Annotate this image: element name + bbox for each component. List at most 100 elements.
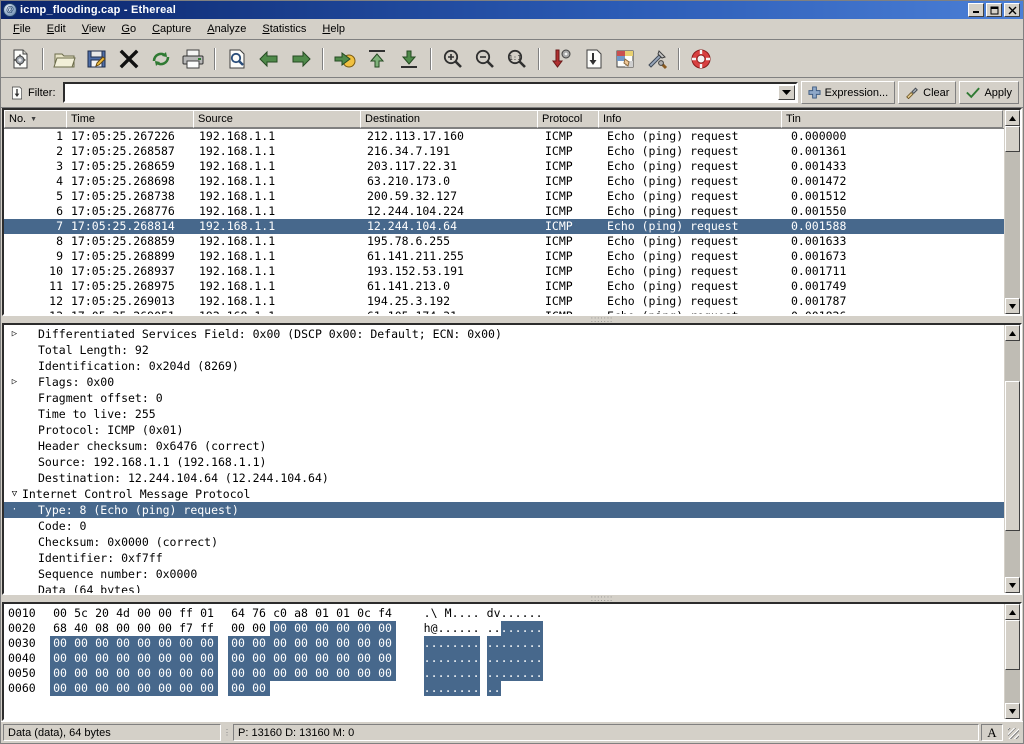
column-header-protocol[interactable]: Protocol — [537, 110, 599, 128]
ascii-char[interactable]: . — [507, 666, 515, 681]
coloring-rules-icon[interactable] — [610, 44, 640, 74]
ascii-char[interactable]: . — [458, 651, 466, 666]
hex-byte[interactable]: 00 — [332, 621, 354, 636]
ascii-char[interactable]: . — [535, 666, 543, 681]
hex-byte[interactable]: 00 — [112, 651, 134, 666]
hex-byte[interactable]: 00 — [154, 651, 176, 666]
ascii-char[interactable]: . — [472, 666, 480, 681]
ascii-char[interactable]: . — [466, 621, 473, 636]
ascii-char[interactable]: . — [514, 651, 522, 666]
hex-byte[interactable]: 00 — [175, 651, 197, 666]
hex-byte[interactable]: a8 — [291, 606, 312, 621]
hex-byte[interactable]: 00 — [134, 606, 155, 621]
go-forward-icon[interactable] — [286, 44, 316, 74]
go-back-icon[interactable] — [254, 44, 284, 74]
hex-byte[interactable]: 00 — [332, 636, 354, 651]
hex-byte[interactable]: 00 — [70, 651, 92, 666]
scroll-up-arrow-icon[interactable] — [1005, 110, 1020, 126]
ascii-char[interactable]: . — [437, 666, 445, 681]
filter-history-dropdown[interactable] — [777, 85, 795, 100]
hexdump-line[interactable]: 0010 00 5c 20 4d 00 00 ff 01 64 76 c0 a8 01 01 0c f4 .\ … — [8, 606, 543, 621]
menu-go[interactable]: Go — [113, 21, 144, 37]
ascii-char[interactable]: . — [507, 636, 515, 651]
packet-row[interactable]: 11 17:05:25.268975 192.168.1.1 61.141.213.0… — [4, 279, 1004, 294]
ascii-char[interactable]: . — [458, 681, 466, 696]
ascii-char[interactable]: . — [493, 666, 501, 681]
hex-byte[interactable]: 00 — [113, 621, 134, 636]
expand-triangle-icon[interactable]: ▷ — [8, 374, 21, 390]
hex-byte[interactable]: 5c — [71, 606, 92, 621]
hex-byte[interactable]: 00 — [374, 621, 396, 636]
minimize-button[interactable] — [968, 3, 984, 17]
ascii-char[interactable]: . — [521, 651, 529, 666]
packet-row[interactable]: 1 17:05:25.267226 192.168.1.1 212.113.17.16… — [4, 129, 1004, 144]
packet-row[interactable]: 5 17:05:25.268738 192.168.1.1 200.59.32.127… — [4, 189, 1004, 204]
ascii-char[interactable]: . — [528, 651, 536, 666]
hex-byte[interactable]: 08 — [92, 621, 113, 636]
packet-bytes-scroll-thumb[interactable] — [1005, 620, 1020, 670]
hex-byte[interactable]: 00 — [227, 636, 249, 651]
hex-byte[interactable]: 64 — [228, 606, 249, 621]
hex-byte[interactable]: 00 — [154, 666, 176, 681]
packet-row[interactable]: 4 17:05:25.268698 192.168.1.1 63.210.173.0 I… — [4, 174, 1004, 189]
hex-byte[interactable]: ff — [197, 621, 218, 636]
hex-byte[interactable]: 00 — [154, 636, 176, 651]
reload-icon[interactable] — [146, 44, 176, 74]
scroll-up-arrow-icon[interactable] — [1005, 604, 1020, 620]
hex-byte[interactable]: 00 — [248, 636, 270, 651]
ascii-char[interactable]: . — [423, 636, 431, 651]
hex-byte[interactable]: 00 — [196, 636, 218, 651]
hex-byte[interactable]: ff — [176, 606, 197, 621]
filter-clear-button[interactable]: Clear — [898, 81, 957, 104]
detail-row[interactable]: · Sequence number: 0x0000 — [4, 566, 1004, 582]
column-header-info[interactable]: Info — [598, 110, 782, 128]
hex-byte[interactable]: 00 — [353, 621, 375, 636]
ascii-char[interactable]: . — [444, 666, 452, 681]
hex-byte[interactable]: 00 — [248, 651, 270, 666]
hex-byte[interactable]: 40 — [71, 621, 92, 636]
scroll-down-arrow-icon[interactable] — [1005, 577, 1020, 593]
hex-byte[interactable]: 00 — [227, 666, 249, 681]
ascii-char[interactable]: . — [529, 606, 536, 621]
hex-byte[interactable]: 00 — [70, 636, 92, 651]
ascii-char[interactable]: . — [465, 636, 473, 651]
ascii-char[interactable]: . — [437, 636, 445, 651]
packet-bytes-scroll-track[interactable] — [1005, 620, 1020, 703]
ascii-char[interactable]: . — [430, 651, 438, 666]
save-file-icon[interactable] — [82, 44, 112, 74]
ascii-char[interactable]: . — [451, 681, 459, 696]
column-header-source[interactable]: Source — [193, 110, 361, 128]
hex-byte[interactable]: 0c — [354, 606, 375, 621]
hex-byte[interactable]: 01 — [197, 606, 218, 621]
ascii-char[interactable]: . — [438, 621, 445, 636]
packet-list-scroll-track[interactable] — [1005, 126, 1020, 298]
packet-details-scroll-track[interactable] — [1005, 341, 1020, 577]
detail-row[interactable]: · Data (64 bytes) — [4, 582, 1004, 593]
go-to-last-packet-icon[interactable] — [394, 44, 424, 74]
hex-byte[interactable]: 00 — [353, 666, 375, 681]
ascii-char[interactable]: . — [458, 666, 466, 681]
print-icon[interactable] — [178, 44, 208, 74]
hex-byte[interactable]: 4d — [113, 606, 134, 621]
ascii-char[interactable]: . — [444, 636, 452, 651]
hex-byte[interactable]: 00 — [49, 636, 71, 651]
detail-row[interactable]: · Identification: 0x204d (8269) — [4, 358, 1004, 374]
hex-byte[interactable]: 00 — [227, 681, 249, 696]
zoom-reset-icon[interactable]: 1:1 — [502, 44, 532, 74]
ascii-char[interactable]: . — [514, 666, 522, 681]
scroll-down-arrow-icon[interactable] — [1005, 703, 1020, 719]
hex-byte[interactable]: 00 — [133, 651, 155, 666]
packet-bytes-hexdump[interactable]: 0010 00 5c 20 4d 00 00 ff 01 64 76 c0 a8 01 01 0c f4 .\ … — [4, 604, 1004, 696]
detail-row[interactable]: · Total Length: 92 — [4, 342, 1004, 358]
ascii-char[interactable]: . — [522, 606, 529, 621]
ascii-char[interactable]: . — [473, 621, 480, 636]
ascii-char[interactable]: . — [535, 621, 543, 636]
packet-row[interactable]: 6 17:05:25.268776 192.168.1.1 12.244.104.22… — [4, 204, 1004, 219]
menu-analyze[interactable]: Analyze — [199, 21, 254, 37]
hex-byte[interactable]: 00 — [91, 651, 113, 666]
filter-input[interactable] — [64, 84, 778, 101]
capture-filters-icon[interactable] — [546, 44, 576, 74]
go-to-first-packet-icon[interactable] — [362, 44, 392, 74]
ascii-char[interactable]: . — [465, 681, 473, 696]
ascii-char[interactable]: . — [473, 606, 480, 621]
